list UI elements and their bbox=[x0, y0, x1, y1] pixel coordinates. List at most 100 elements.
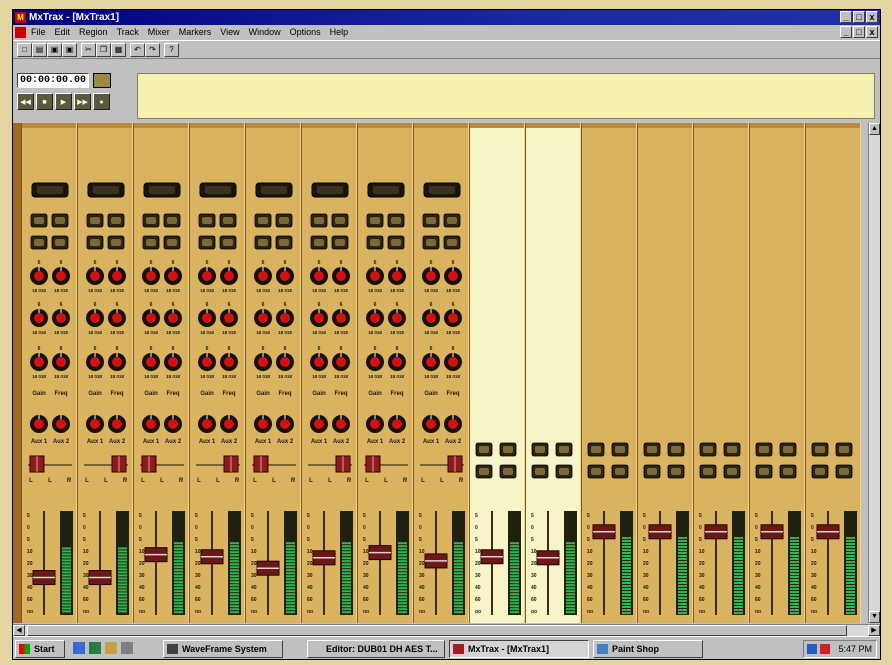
knob-scale-label: 18 018 bbox=[110, 330, 124, 335]
eq-gain-knob-cap bbox=[146, 357, 156, 367]
meter-segment bbox=[566, 575, 575, 578]
start-button[interactable]: Start bbox=[15, 640, 65, 658]
knob-scale-label: 18 018 bbox=[446, 288, 460, 293]
solo-button-face bbox=[111, 217, 121, 224]
meter-segment bbox=[790, 588, 799, 590]
menu-file[interactable]: File bbox=[31, 25, 46, 40]
eq-gain-label: Gain bbox=[144, 391, 158, 397]
copy-button[interactable]: ❐ bbox=[96, 43, 111, 57]
cut-button[interactable]: ✂ bbox=[81, 43, 96, 57]
menu-edit[interactable]: Edit bbox=[55, 25, 71, 40]
fader-scale-label: oo bbox=[27, 609, 33, 615]
menu-markers[interactable]: Markers bbox=[179, 25, 212, 40]
save-button[interactable]: ▣ bbox=[47, 43, 62, 57]
scroll-right-icon[interactable]: ▶ bbox=[868, 625, 880, 636]
horizontal-scrollbar[interactable]: ◀ ▶ bbox=[13, 624, 880, 636]
doc-close-button[interactable]: x bbox=[866, 26, 878, 38]
doc-minimize-button[interactable]: _ bbox=[840, 26, 852, 38]
eq-freq-knob-cap bbox=[224, 313, 234, 323]
stop-button[interactable]: ■ bbox=[36, 93, 53, 110]
eq-gain-knob-cap bbox=[90, 357, 100, 367]
aux2-label: Aux 2 bbox=[277, 439, 294, 445]
fader-scale-label: 0 bbox=[363, 525, 366, 531]
eq-gain-knob-cap bbox=[34, 271, 44, 281]
meter-segment bbox=[566, 569, 575, 572]
timecode-display[interactable]: 00:00:00.00 bbox=[17, 73, 89, 88]
document-icon[interactable] bbox=[15, 27, 26, 38]
browser-icon[interactable] bbox=[73, 642, 85, 654]
transport-timeline[interactable] bbox=[137, 73, 875, 119]
knob-scale-top: 6 bbox=[94, 260, 97, 266]
knob-scale-label: 18 018 bbox=[334, 330, 348, 335]
fast-forward-button[interactable]: ▶▶ bbox=[74, 93, 91, 110]
menu-view[interactable]: View bbox=[220, 25, 239, 40]
meter-segment bbox=[846, 597, 855, 599]
meter-segment bbox=[398, 575, 407, 578]
volume-icon[interactable] bbox=[820, 644, 830, 654]
taskbar-item[interactable]: Paint Shop bbox=[593, 640, 703, 658]
scroll-up-icon[interactable]: ▲ bbox=[869, 123, 880, 135]
paste-button[interactable]: ▦ bbox=[111, 43, 126, 57]
taskbar-item[interactable]: MxTrax - [MxTrax1] bbox=[449, 640, 589, 658]
scroll-left-icon[interactable]: ◀ bbox=[13, 625, 25, 636]
taskbar-item[interactable]: Editor: DUB01 DH AES T... bbox=[307, 640, 445, 658]
doc-restore-button[interactable]: □ bbox=[853, 26, 865, 38]
rewind-button[interactable]: ◀◀ bbox=[17, 93, 34, 110]
meter-segment bbox=[622, 570, 631, 572]
menu-track[interactable]: Track bbox=[117, 25, 139, 40]
open-button[interactable]: ▤ bbox=[32, 43, 47, 57]
tools-icon[interactable] bbox=[121, 642, 133, 654]
knob-scale-label: 18 018 bbox=[200, 330, 214, 335]
scroll-down-icon[interactable]: ▼ bbox=[869, 611, 880, 623]
menu-options[interactable]: Options bbox=[290, 25, 321, 40]
input-selector-face bbox=[429, 186, 455, 194]
knob-scale-top: 6 bbox=[452, 260, 455, 266]
horizontal-scroll-thumb[interactable] bbox=[27, 625, 847, 636]
knob-scale-label: 18 018 bbox=[446, 330, 460, 335]
menu-window[interactable]: Window bbox=[249, 25, 281, 40]
vertical-scrollbar[interactable]: ▲ ▼ bbox=[868, 123, 880, 623]
record-button[interactable]: ● bbox=[93, 93, 110, 110]
open-icon: ▤ bbox=[35, 45, 44, 54]
new-button[interactable]: □ bbox=[17, 43, 32, 57]
channel-strip: 5 0 5 10 20 30 40 60 oo bbox=[525, 123, 581, 623]
desktop-icon[interactable] bbox=[89, 642, 101, 654]
timecode-mode-button[interactable] bbox=[93, 73, 111, 88]
close-button[interactable]: x bbox=[866, 11, 878, 23]
taskbar: Start WaveFrame System Editor: DUB01 DH A… bbox=[13, 636, 880, 659]
title-bar[interactable]: M MxTrax - [MxTrax1] _ □ x bbox=[13, 10, 880, 25]
play-button[interactable]: ▶ bbox=[55, 93, 72, 110]
taskbar-item[interactable]: WaveFrame System bbox=[163, 640, 283, 658]
meter-segment bbox=[118, 607, 127, 610]
fader-scale-label: 0 bbox=[755, 525, 758, 531]
menu-mixer[interactable]: Mixer bbox=[148, 25, 170, 40]
eq-gain-knob-cap bbox=[370, 271, 380, 281]
redo-button[interactable]: ↷ bbox=[145, 43, 160, 57]
meter-segment bbox=[62, 580, 71, 583]
meter-segment bbox=[230, 551, 239, 554]
menu-help[interactable]: Help bbox=[330, 25, 349, 40]
save-all-button[interactable]: ▣ bbox=[62, 43, 77, 57]
meter-segment bbox=[230, 554, 239, 557]
menu-region[interactable]: Region bbox=[79, 25, 108, 40]
folder-icon[interactable] bbox=[105, 642, 117, 654]
help-button[interactable]: ? bbox=[164, 43, 179, 57]
meter-segment bbox=[454, 572, 463, 575]
meter-segment bbox=[174, 596, 183, 599]
app-icon[interactable]: M bbox=[15, 12, 26, 23]
knob-scale-top: 6 bbox=[228, 302, 231, 308]
meter-segment bbox=[622, 564, 631, 566]
meter-segment bbox=[342, 611, 351, 614]
fader-scale-label: 60 bbox=[643, 597, 649, 603]
mute-button-face bbox=[479, 446, 489, 453]
undo-button[interactable]: ↶ bbox=[130, 43, 145, 57]
meter-segment bbox=[734, 555, 743, 557]
knob-scale-top: 6 bbox=[150, 260, 153, 266]
maximize-button[interactable]: □ bbox=[853, 11, 865, 23]
meter-segment bbox=[174, 587, 183, 590]
minimize-button[interactable]: _ bbox=[840, 11, 852, 23]
knob-scale-top: 6 bbox=[318, 260, 321, 266]
meter-segment bbox=[230, 557, 239, 560]
network-icon[interactable] bbox=[807, 644, 817, 654]
eq-freq-knob-cap bbox=[448, 271, 458, 281]
